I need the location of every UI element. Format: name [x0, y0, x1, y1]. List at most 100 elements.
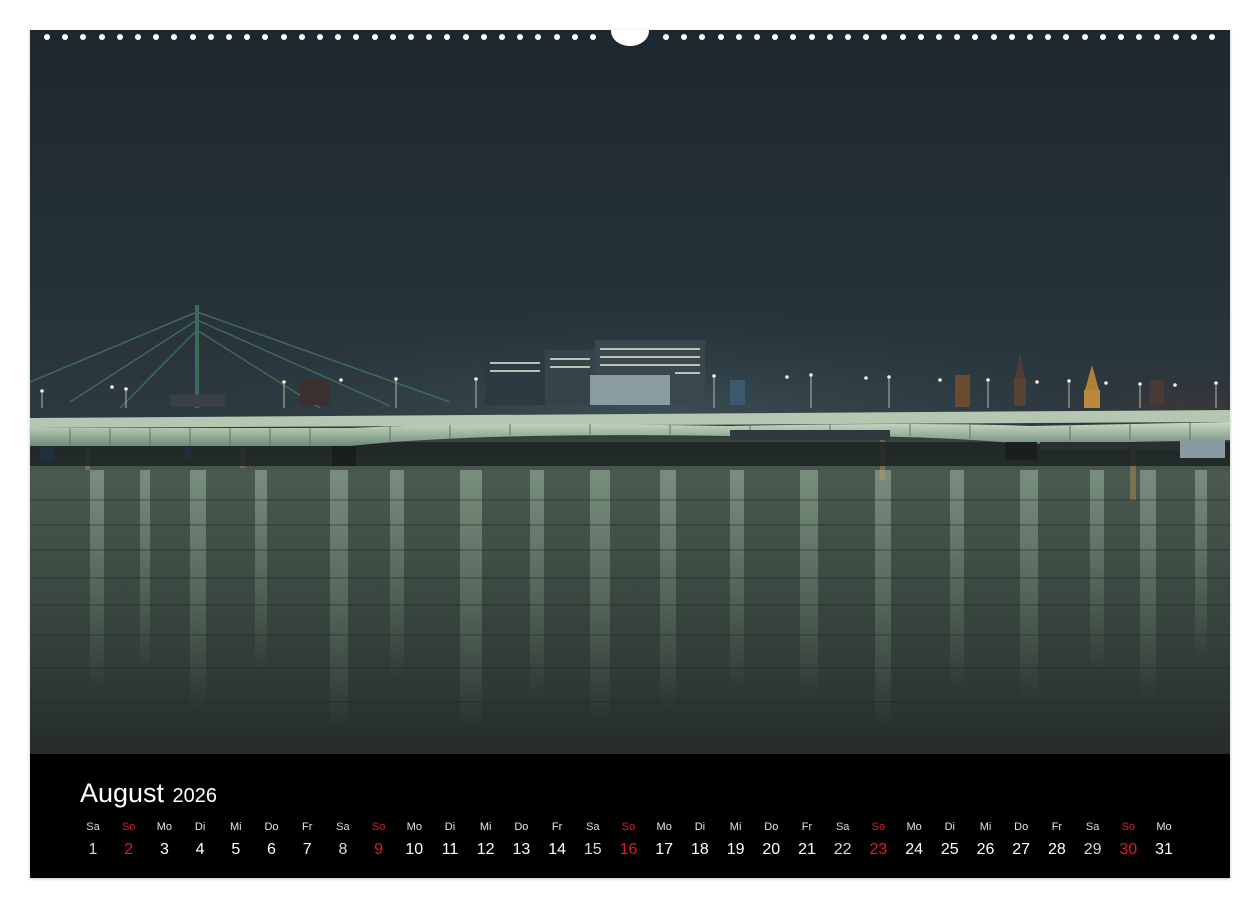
binding-hole — [1172, 34, 1179, 40]
day-column: Fr 14 — [539, 819, 575, 859]
day-column: Sa 22 — [825, 819, 861, 859]
weekday-label: Sa — [1085, 821, 1100, 833]
day-column: Mo 31 — [1146, 819, 1182, 859]
binding-hole — [408, 34, 414, 40]
binding-hole — [1209, 34, 1215, 40]
day-column: So 30 — [1110, 819, 1146, 859]
binding-hole — [444, 34, 451, 40]
binding-hole — [553, 34, 560, 40]
day-number: 2 — [124, 841, 134, 858]
weekday-label: Mi — [479, 821, 492, 833]
weekday-label: So — [121, 821, 136, 833]
binding-hole — [826, 34, 833, 40]
day-column: So 16 — [611, 819, 647, 859]
day-column: Sa 15 — [575, 819, 611, 859]
day-number: 14 — [548, 841, 566, 858]
binding-hole — [226, 34, 232, 40]
weekday-label: Sa — [336, 821, 350, 833]
weekday-label: So — [1121, 821, 1136, 833]
day-number: 18 — [690, 841, 709, 858]
binding-hole — [353, 34, 360, 40]
binding-hole — [480, 34, 487, 40]
binding-hole — [62, 34, 69, 40]
binding-hole — [135, 34, 141, 40]
day-column: Do 6 — [254, 819, 290, 859]
weekday-label: Fr — [1051, 821, 1063, 833]
binding-hole — [317, 34, 323, 40]
day-column: So 2 — [111, 819, 147, 859]
binding-hole — [1081, 34, 1088, 40]
day-number: 13 — [512, 841, 531, 858]
weekday-label: So — [371, 821, 386, 833]
binding-hole — [280, 34, 287, 40]
weekday-label: Fr — [551, 821, 563, 833]
calendar-strip: August 2026 Sa 1 So 2 Mo 3 Di 4 Mi 5 Do 6 Fr 7 Sa 8 So 9 M… — [30, 754, 1230, 878]
binding-hole — [735, 34, 742, 40]
day-number: 28 — [1047, 841, 1066, 858]
weekday-label: Mi — [979, 821, 992, 833]
day-column: Sa 1 — [75, 819, 111, 859]
day-number: 5 — [231, 841, 241, 858]
day-number: 3 — [159, 841, 169, 858]
day-column: Mo 3 — [146, 819, 182, 859]
day-number: 17 — [655, 841, 674, 858]
binding-hole — [863, 34, 870, 40]
day-number: 10 — [405, 841, 424, 858]
day-column: Mi 12 — [468, 819, 504, 859]
binding-hole — [80, 34, 87, 40]
day-number: 8 — [338, 841, 348, 858]
day-number: 26 — [976, 841, 995, 858]
day-number: 20 — [762, 841, 781, 858]
weekday-label: Do — [1014, 821, 1029, 833]
month-name: August — [80, 778, 165, 808]
binding-hole — [1118, 34, 1124, 40]
weekday-label: Di — [194, 821, 206, 833]
day-number: 4 — [195, 841, 205, 858]
binding-hole — [590, 34, 596, 40]
binding-hole — [1190, 34, 1197, 40]
day-number: 21 — [798, 841, 816, 858]
day-number: 16 — [619, 841, 638, 858]
binding-hole — [663, 34, 669, 40]
binding-hole — [517, 34, 524, 40]
day-column: Di 18 — [682, 819, 718, 859]
day-number: 6 — [267, 841, 276, 858]
day-column: Do 13 — [503, 819, 539, 859]
binding-hole — [335, 34, 342, 40]
binding-hole — [790, 34, 797, 40]
weekday-label: Sa — [86, 821, 100, 833]
day-number: 9 — [374, 841, 384, 858]
binding-hole — [1136, 34, 1143, 40]
day-number: 31 — [1155, 841, 1173, 858]
day-number: 7 — [302, 841, 312, 858]
binding-hole — [972, 34, 979, 40]
day-column: Fr 21 — [789, 819, 825, 859]
weekday-label: Fr — [301, 821, 313, 833]
day-column: Sa 29 — [1075, 819, 1111, 859]
day-column: Fr 28 — [1039, 819, 1075, 859]
binding-hole — [1154, 34, 1161, 40]
year-label: 2026 — [172, 785, 218, 807]
binding-hole — [754, 34, 760, 40]
weekday-label: Mi — [229, 821, 242, 833]
binding-hole — [298, 34, 305, 40]
binding-hole — [571, 34, 578, 40]
binding-hole — [881, 34, 888, 40]
binding-hole — [371, 34, 378, 40]
day-column: Di 4 — [182, 819, 218, 859]
day-number: 19 — [726, 841, 745, 858]
day-column: So 23 — [860, 819, 896, 859]
weekday-label: Mo — [1156, 821, 1172, 833]
weekday-label: Mi — [729, 821, 742, 833]
binding-hole — [936, 34, 942, 40]
binding-hole — [1027, 34, 1033, 40]
day-column: Mo 10 — [396, 819, 432, 859]
binding-hole — [1063, 34, 1070, 40]
day-column: Sa 8 — [325, 819, 361, 859]
binding-hole — [845, 34, 851, 40]
day-column: Mi 26 — [968, 819, 1004, 859]
binding-hole — [98, 34, 105, 40]
weekday-label: Di — [694, 821, 706, 833]
binding-hole — [499, 34, 505, 40]
binding-hole — [899, 34, 906, 40]
